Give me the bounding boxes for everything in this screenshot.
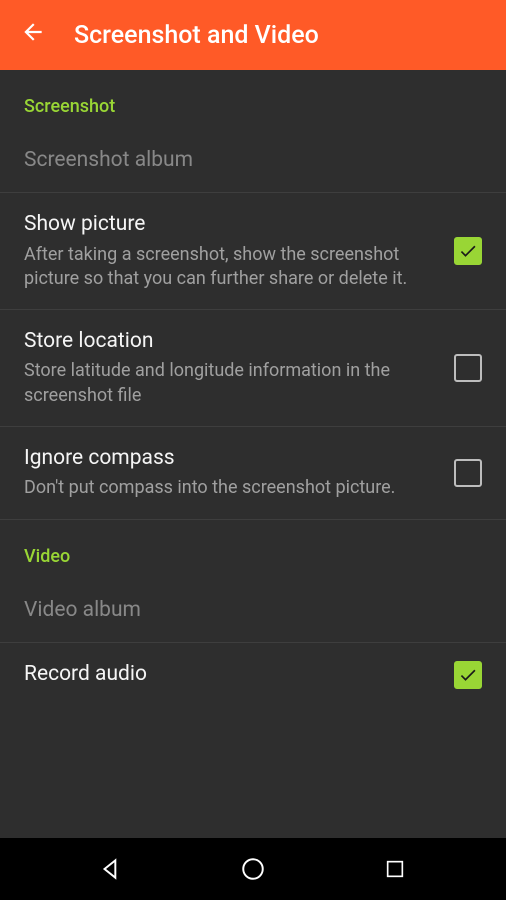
section-header-video: Video: [0, 520, 506, 579]
item-title: Record audio: [24, 661, 438, 688]
settings-content: Screenshot Screenshot album Show picture…: [0, 70, 506, 707]
header: Screenshot and Video: [0, 0, 506, 70]
android-navbar: [0, 838, 506, 900]
back-arrow-icon[interactable]: [20, 19, 46, 52]
show-picture-item[interactable]: Show picture After taking a screenshot, …: [0, 193, 506, 309]
ignore-compass-checkbox[interactable]: [454, 459, 482, 487]
ignore-compass-item[interactable]: Ignore compass Don't put compass into th…: [0, 427, 506, 519]
item-subtitle: Don't put compass into the screenshot pi…: [24, 476, 438, 500]
screenshot-album-item[interactable]: Screenshot album: [0, 129, 506, 192]
item-title: Screenshot album: [24, 147, 466, 174]
store-location-item[interactable]: Store location Store latitude and longit…: [0, 310, 506, 426]
store-location-checkbox[interactable]: [454, 354, 482, 382]
show-picture-checkbox[interactable]: [454, 237, 482, 265]
item-subtitle: Store latitude and longitude information…: [24, 359, 438, 408]
nav-recent-icon[interactable]: [381, 855, 409, 883]
video-album-item[interactable]: Video album: [0, 579, 506, 642]
section-header-screenshot: Screenshot: [0, 70, 506, 129]
item-subtitle: After taking a screenshot, show the scre…: [24, 243, 438, 292]
item-title: Store location: [24, 328, 438, 355]
item-title: Ignore compass: [24, 445, 438, 472]
nav-home-icon[interactable]: [239, 855, 267, 883]
item-title: Show picture: [24, 211, 438, 238]
item-title: Video album: [24, 597, 466, 624]
record-audio-item[interactable]: Record audio: [0, 643, 506, 707]
record-audio-checkbox[interactable]: [454, 661, 482, 689]
page-title: Screenshot and Video: [74, 21, 319, 50]
nav-back-icon[interactable]: [97, 855, 125, 883]
